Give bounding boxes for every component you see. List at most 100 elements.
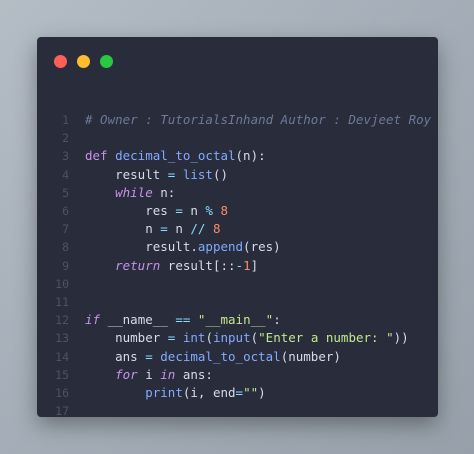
code-token: ( <box>250 330 259 346</box>
code-line: 2 <box>37 129 438 147</box>
code-text: # Owner : TutorialsInhand Author : Devje… <box>85 111 431 129</box>
code-line: 10 <box>37 275 438 293</box>
code-token: )) <box>393 330 409 346</box>
code-token: = <box>145 348 153 364</box>
code-text: return result[::-1] <box>85 257 258 275</box>
line-number: 17 <box>55 404 69 417</box>
code-token: number <box>85 330 168 346</box>
code-token: (res) <box>243 239 281 255</box>
close-dot-icon <box>54 55 67 68</box>
code-token: ] <box>250 257 259 273</box>
code-line: 15 for i in ans: <box>37 366 438 384</box>
code-text: for i in ans: <box>85 366 213 384</box>
code-token: "" <box>243 385 259 400</box>
code-token: for <box>115 366 138 382</box>
code-line: 13 number = int(input("Enter a number: "… <box>37 329 438 347</box>
code-token: input <box>212 330 251 346</box>
code-token: append <box>197 239 244 255</box>
code-text: result.append(res) <box>85 238 281 256</box>
code-token: ans: <box>175 366 213 382</box>
code-token: n <box>85 221 161 237</box>
code-token: ( <box>205 330 213 346</box>
line-number: 12 <box>55 313 69 328</box>
line-number: 4 <box>62 167 69 182</box>
code-token: decimal_to_octal <box>115 148 236 164</box>
line-number: 10 <box>55 276 69 291</box>
code-token: (i, end <box>182 385 236 400</box>
line-number: 7 <box>62 222 69 237</box>
code-token: while <box>115 184 153 200</box>
code-line: 7 n = n // 8 <box>37 220 438 238</box>
code-line: 17 <box>37 402 438 417</box>
code-line: 4 result = list() <box>37 166 438 184</box>
code-token: 1 <box>243 257 251 273</box>
code-token: % <box>205 203 213 218</box>
code-line: 16 print(i, end="") <box>37 384 438 402</box>
code-token: decimal_to_octal <box>160 348 281 364</box>
line-number: 5 <box>62 185 69 200</box>
window-titlebar <box>37 37 438 87</box>
code-token: n <box>182 203 206 218</box>
code-line: 14 ans = decimal_to_octal(number) <box>37 348 438 366</box>
code-text: if __name__ == "__main__": <box>85 311 281 329</box>
code-token: = <box>160 221 168 237</box>
code-token: 8 <box>212 221 221 237</box>
code-line: 9 return result[::-1] <box>37 257 438 275</box>
code-token: "Enter a number: " <box>258 330 394 346</box>
code-token: i <box>137 366 161 382</box>
line-number: 13 <box>55 331 69 346</box>
code-token: print <box>145 385 183 400</box>
code-token: if <box>85 312 101 328</box>
code-token: 8 <box>220 203 229 218</box>
code-token: res <box>85 203 176 218</box>
code-token: (n): <box>235 148 266 164</box>
code-token: == <box>175 312 191 328</box>
code-token: in <box>160 366 176 382</box>
code-text: def decimal_to_octal(n): <box>85 147 266 165</box>
code-window: 1 # Owner : TutorialsInhand Author : Devj… <box>37 37 438 417</box>
code-token: (number) <box>280 348 341 364</box>
code-token: # Owner : TutorialsInhand Author : Devje… <box>85 112 432 127</box>
code-token: n <box>167 221 191 237</box>
line-number: 8 <box>62 240 69 255</box>
code-token: - <box>235 257 244 273</box>
code-line: 5 while n: <box>37 184 438 202</box>
code-line: 8 result.append(res) <box>37 238 438 256</box>
code-token: "__main__" <box>197 312 274 328</box>
code-text: print(i, end="") <box>85 384 266 402</box>
code-token: () <box>212 166 229 182</box>
code-text: res = n % 8 <box>85 202 228 220</box>
maximize-dot-icon <box>100 55 113 68</box>
code-text: result = list() <box>85 166 228 184</box>
code-token: // <box>190 221 206 237</box>
line-number: 9 <box>62 258 69 273</box>
minimize-dot-icon <box>77 55 90 68</box>
code-token: return <box>115 257 161 273</box>
code-token: : <box>273 312 281 328</box>
code-line: 1 # Owner : TutorialsInhand Author : Devj… <box>37 111 438 129</box>
code-text: ans = decimal_to_octal(number) <box>85 348 341 366</box>
code-line: 6 res = n % 8 <box>37 202 438 220</box>
code-token: ) <box>258 385 266 400</box>
line-number: 11 <box>55 295 69 309</box>
line-number: 14 <box>55 349 69 364</box>
code-line: 12 if __name__ == "__main__": <box>37 311 438 329</box>
code-token: __name__ <box>100 312 176 328</box>
code-token: def <box>85 148 116 164</box>
line-number: 6 <box>62 204 69 218</box>
line-number: 15 <box>55 367 69 382</box>
code-token: = <box>235 385 244 400</box>
line-number: 3 <box>62 149 69 164</box>
line-number: 1 <box>62 113 69 127</box>
line-number: 2 <box>62 131 69 146</box>
code-token: result. <box>85 239 198 255</box>
code-line: 11 <box>37 293 438 311</box>
code-text: while n: <box>85 184 175 202</box>
